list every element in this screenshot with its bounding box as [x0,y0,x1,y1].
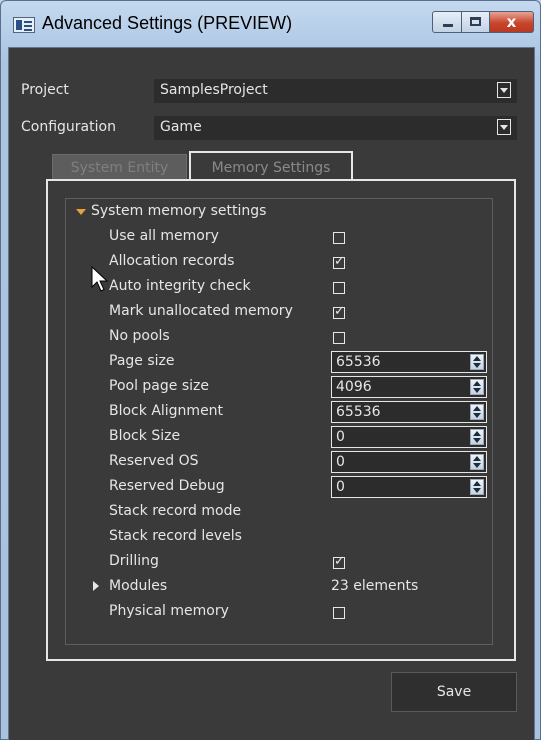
reserved-debug-label: Reserved Debug [109,478,225,494]
minimize-button[interactable] [432,11,462,33]
block-size-spinbox[interactable]: 0 [331,426,487,448]
block-alignment-label: Block Alignment [109,403,224,419]
reserved-os-value: 0 [336,454,345,470]
auto-integrity-check-checkbox[interactable] [333,282,345,294]
save-button[interactable]: Save [391,672,517,712]
spin-arrows-icon[interactable] [470,429,484,445]
group-title[interactable]: System memory settings [91,203,266,219]
chevron-down-icon[interactable] [497,82,511,98]
pool-page-size-spinbox[interactable]: 4096 [331,376,487,398]
maximize-icon [470,17,481,26]
close-button[interactable]: x [490,11,534,33]
expand-arrow-icon[interactable] [93,581,99,591]
block-size-label: Block Size [109,428,181,444]
spin-arrows-icon[interactable] [470,454,484,470]
physical-memory-label: Physical memory [109,603,229,619]
allocation-records-label: Allocation records [109,253,235,269]
client-area: Project SamplesProject Configuration Gam… [8,47,535,740]
page-size-label: Page size [109,353,175,369]
drilling-checkbox[interactable] [333,554,345,569]
no-pools-checkbox[interactable] [333,332,345,344]
memory-settings-panel: System memory settings Use all memory Al… [46,179,516,661]
app-window-icon [13,17,35,33]
use-all-memory-checkbox[interactable] [333,232,345,244]
allocation-records-checkbox[interactable] [333,254,345,269]
block-size-value: 0 [336,429,345,445]
spin-arrows-icon[interactable] [470,354,484,370]
spin-arrows-icon[interactable] [470,479,484,495]
drilling-label: Drilling [109,553,159,569]
pool-page-size-label: Pool page size [109,378,209,394]
spin-arrows-icon[interactable] [470,379,484,395]
mark-unallocated-memory-checkbox[interactable] [333,304,345,319]
block-alignment-spinbox[interactable]: 65536 [331,401,487,423]
reserved-os-label: Reserved OS [109,453,199,469]
auto-integrity-check-label: Auto integrity check [109,278,251,294]
maximize-button[interactable] [462,11,490,33]
stack-record-levels-label: Stack record levels [109,528,242,544]
reserved-debug-spinbox[interactable]: 0 [331,476,487,498]
modules-count: 23 elements [331,578,419,594]
mouse-cursor-icon [91,266,109,292]
page-size-spinbox[interactable]: 65536 [331,351,487,373]
configuration-value: Game [160,119,202,135]
reserved-os-spinbox[interactable]: 0 [331,451,487,473]
pool-page-size-value: 4096 [336,379,372,395]
advanced-settings-window: Advanced Settings (PREVIEW) x Project Sa… [0,0,541,740]
tab-memory-settings[interactable]: Memory Settings [189,151,353,181]
tab-system-entity[interactable]: System Entity [52,154,187,181]
block-alignment-value: 65536 [336,404,381,420]
mark-unallocated-memory-label: Mark unallocated memory [109,303,293,319]
chevron-down-icon[interactable] [497,119,511,135]
spin-arrows-icon[interactable] [470,404,484,420]
project-label: Project [21,82,69,98]
stack-record-mode-label: Stack record mode [109,503,242,519]
configuration-label: Configuration [21,119,116,135]
no-pools-label: No pools [109,328,170,344]
title-bar[interactable]: Advanced Settings (PREVIEW) x [1,1,540,47]
configuration-dropdown[interactable]: Game [154,116,517,140]
use-all-memory-label: Use all memory [109,228,219,244]
system-memory-group: System memory settings Use all memory Al… [65,198,493,645]
window-title: Advanced Settings (PREVIEW) [42,13,293,33]
project-dropdown[interactable]: SamplesProject [154,79,517,103]
physical-memory-checkbox[interactable] [333,607,345,619]
reserved-debug-value: 0 [336,479,345,495]
project-value: SamplesProject [160,82,268,98]
page-size-value: 65536 [336,354,381,370]
expand-arrow-icon[interactable] [76,209,86,215]
close-icon: x [506,13,517,31]
minimize-icon [443,24,453,27]
modules-label[interactable]: Modules [109,578,167,594]
